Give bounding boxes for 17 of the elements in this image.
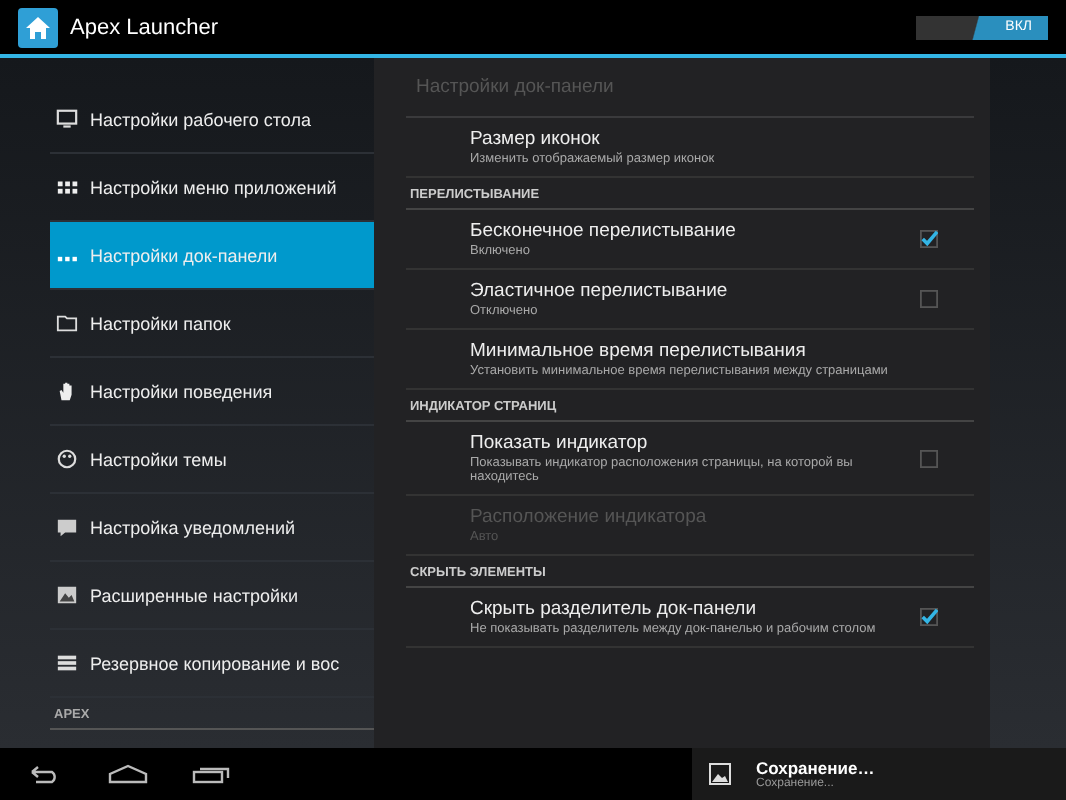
notification-title: Сохранение… — [756, 758, 875, 778]
checkbox[interactable] — [920, 449, 938, 467]
grid-icon — [56, 176, 78, 198]
recent-apps-icon[interactable] — [192, 764, 232, 784]
checkbox[interactable] — [920, 290, 938, 308]
app-title: Apex Launcher — [70, 15, 218, 39]
folder-icon — [56, 312, 78, 334]
checkbox[interactable] — [920, 608, 938, 626]
hand-icon — [56, 380, 78, 402]
checkbox[interactable] — [920, 230, 938, 248]
picture-icon — [708, 762, 732, 786]
speech-bubble-icon — [56, 516, 78, 538]
house-icon[interactable] — [18, 7, 58, 47]
list-icon — [56, 652, 78, 674]
monitor-icon — [56, 108, 78, 130]
home-icon[interactable] — [108, 764, 148, 784]
picture-icon — [56, 584, 78, 606]
